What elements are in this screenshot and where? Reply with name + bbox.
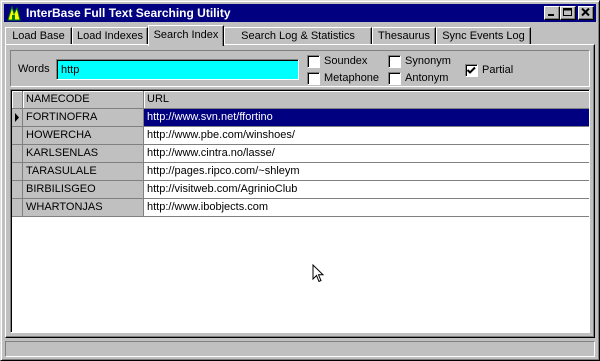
row-indicator (12, 109, 23, 127)
url-cell[interactable]: http://www.svn.net/ffortino (144, 109, 589, 127)
minimize-icon (548, 14, 554, 16)
search-index-panel: Words Soundex Metaphone Synonym Antonym (5, 44, 595, 338)
close-icon (581, 8, 590, 17)
tab-sync-events-log[interactable]: Sync Events Log (436, 27, 531, 45)
tab-strip: Load Base Load Indexes Search Index Sear… (5, 25, 597, 46)
words-label: Words (18, 63, 50, 75)
soundex-label: Soundex (324, 55, 368, 67)
table-row[interactable]: BIRBILISGEO http://visitweb.com/AgrinioC… (12, 181, 589, 199)
metaphone-label: Metaphone (324, 72, 380, 84)
url-cell[interactable]: http://visitweb.com/AgrinioClub (144, 181, 589, 199)
main-window: InterBase Full Text Searching Utility Lo… (0, 0, 600, 361)
synonym-label: Synonym (405, 55, 451, 67)
namecode-cell[interactable]: HOWERCHA (23, 127, 144, 145)
status-bar (5, 341, 595, 357)
table-row[interactable]: TARASULALE http://pages.ripco.com/~shley… (12, 163, 589, 181)
column-header-namecode[interactable]: NAMECODE (23, 91, 144, 109)
namecode-cell[interactable]: TARASULALE (23, 163, 144, 181)
current-row-arrow-icon (15, 113, 19, 122)
tab-load-base[interactable]: Load Base (5, 27, 72, 45)
column-header-url[interactable]: URL (144, 91, 589, 109)
tab-load-indexes[interactable]: Load Indexes (72, 27, 148, 45)
row-indicator (12, 145, 23, 163)
words-input[interactable] (56, 59, 299, 80)
namecode-cell[interactable]: BIRBILISGEO (23, 181, 144, 199)
results-grid[interactable]: NAMECODE URL FORTINOFRA http://www.svn.n… (10, 89, 590, 333)
checkbox-box (307, 55, 320, 68)
app-icon (6, 5, 22, 21)
close-button[interactable] (578, 6, 594, 20)
mouse-pointer-icon (312, 264, 325, 283)
table-row[interactable]: KARLSENLAS http://www.cintra.no/lasse/ (12, 145, 589, 163)
tab-thesaurus[interactable]: Thesaurus (372, 27, 436, 45)
namecode-cell[interactable]: KARLSENLAS (23, 145, 144, 163)
title-bar[interactable]: InterBase Full Text Searching Utility (4, 4, 596, 22)
url-cell[interactable]: http://www.ibobjects.com (144, 199, 589, 217)
url-cell[interactable]: http://pages.ripco.com/~shleym (144, 163, 589, 181)
checkmark-icon (466, 66, 476, 74)
row-indicator (12, 127, 23, 145)
row-indicator (12, 163, 23, 181)
namecode-cell[interactable]: FORTINOFRA (23, 109, 144, 127)
tab-search-log-statistics[interactable]: Search Log & Statistics (224, 27, 372, 45)
window-title: InterBase Full Text Searching Utility (26, 6, 231, 20)
row-indicator (12, 199, 23, 217)
indicator-header (12, 91, 23, 109)
search-options-bar: Words Soundex Metaphone Synonym Antonym (10, 50, 590, 87)
checkbox-box (388, 72, 401, 85)
url-cell[interactable]: http://www.cintra.no/lasse/ (144, 145, 589, 163)
antonym-label: Antonym (405, 72, 449, 84)
url-cell[interactable]: http://www.pbe.com/winshoes/ (144, 127, 589, 145)
checkbox-box (307, 72, 320, 85)
checkbox-box (388, 55, 401, 68)
minimize-button[interactable] (544, 6, 560, 20)
table-row[interactable]: FORTINOFRA http://www.svn.net/ffortino (12, 109, 589, 127)
namecode-cell[interactable]: WHARTONJAS (23, 199, 144, 217)
partial-label: Partial (482, 64, 514, 76)
grid-header-row: NAMECODE URL (12, 91, 589, 109)
row-indicator (12, 181, 23, 199)
maximize-button[interactable] (560, 6, 576, 20)
table-row[interactable]: WHARTONJAS http://www.ibobjects.com (12, 199, 589, 217)
table-row[interactable]: HOWERCHA http://www.pbe.com/winshoes/ (12, 127, 589, 145)
maximize-icon (563, 8, 572, 16)
checkbox-box (465, 64, 478, 77)
tab-search-index[interactable]: Search Index (148, 25, 224, 46)
